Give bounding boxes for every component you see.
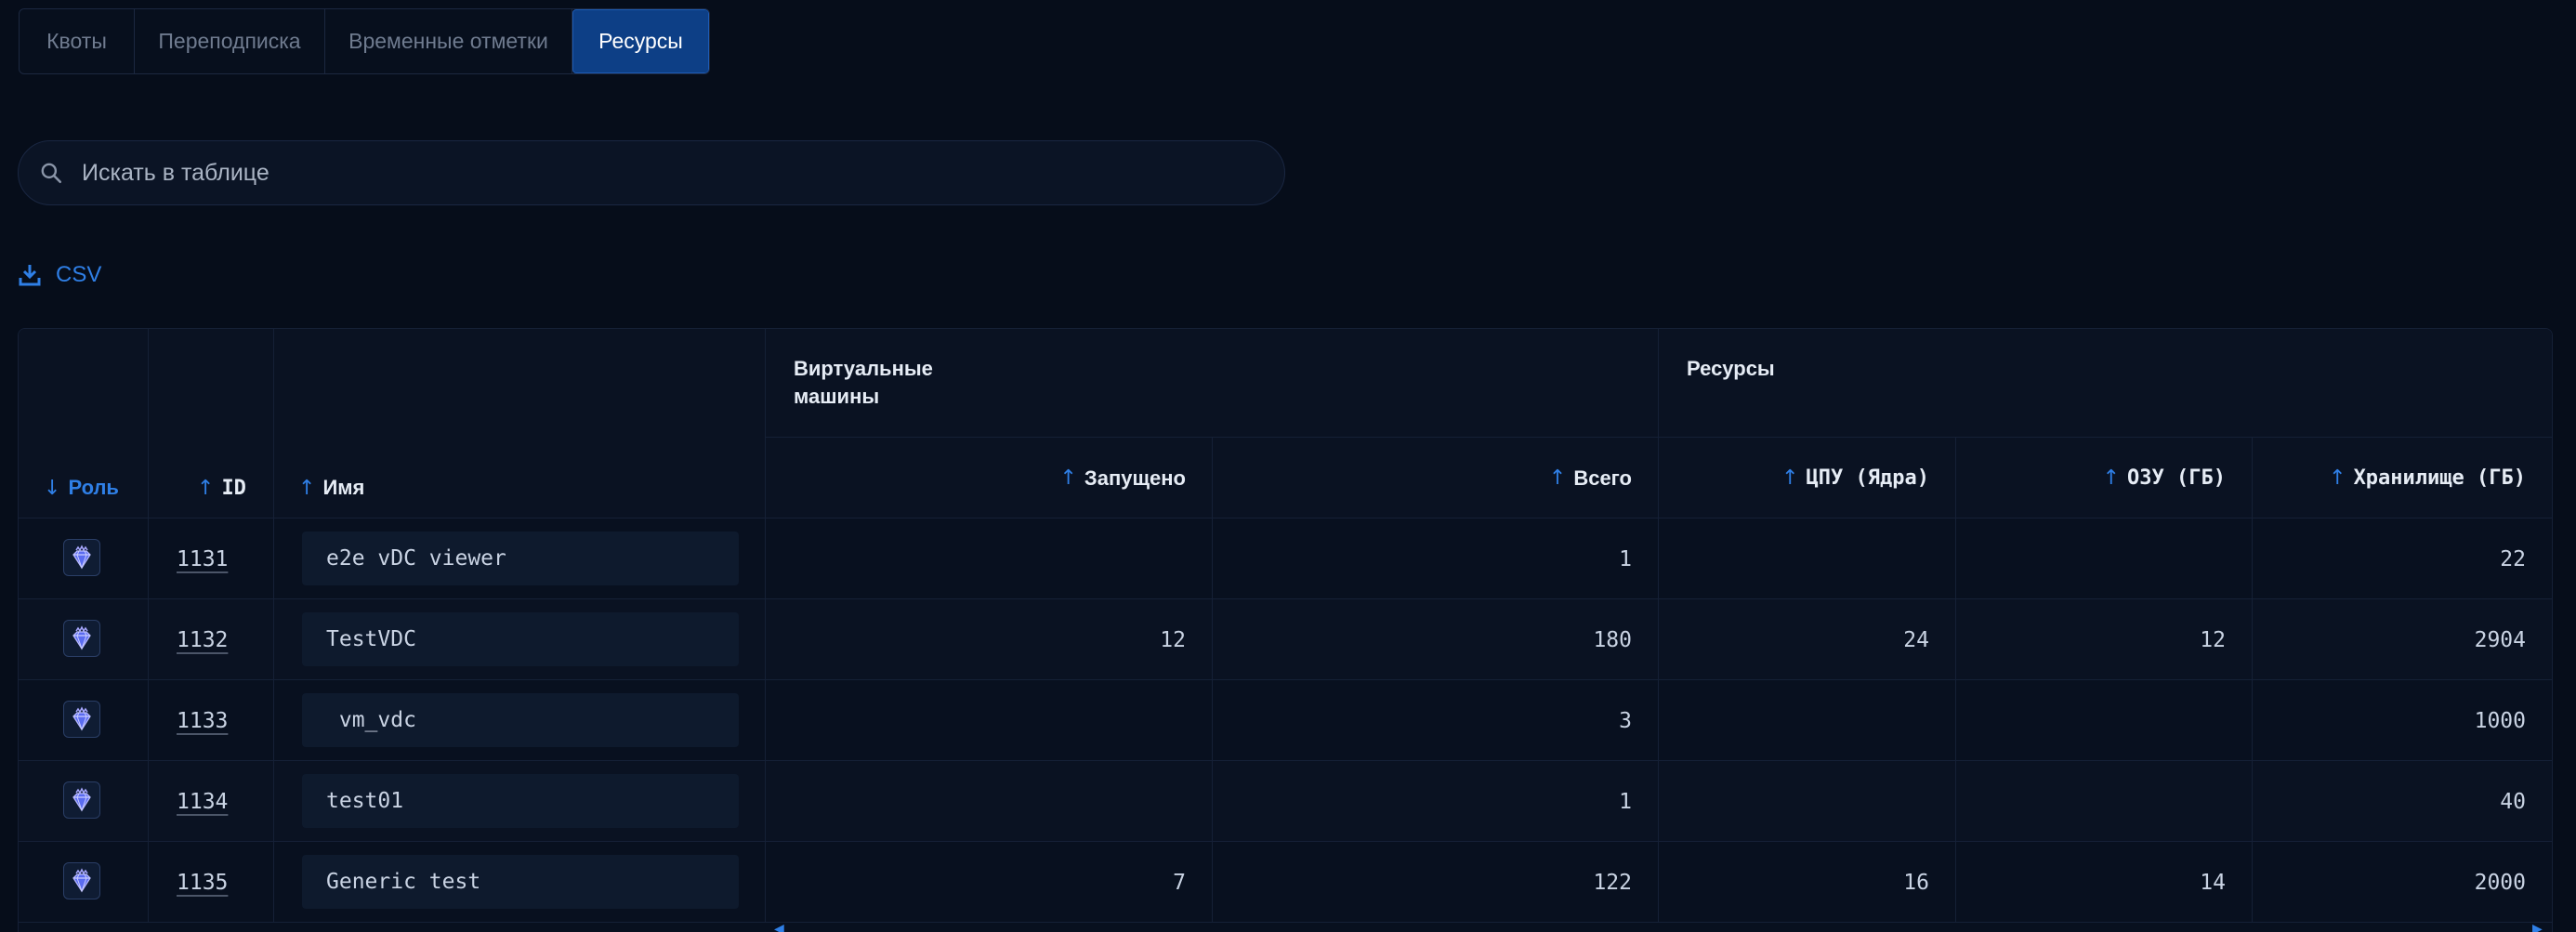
tab-timestamps[interactable]: Временные отметки xyxy=(325,9,572,73)
scroll-left-icon[interactable]: ◀ xyxy=(774,921,784,932)
ram-cell xyxy=(1955,761,2252,842)
sort-asc-icon: ↑ xyxy=(298,477,316,500)
tab-resources[interactable]: Ресурсы xyxy=(572,9,709,73)
diamond-crown-icon xyxy=(63,620,100,657)
column-header-name[interactable]: ↑ Имя xyxy=(273,329,765,519)
name-field[interactable]: TestVDC xyxy=(302,612,739,666)
id-link[interactable]: 1131 xyxy=(177,547,228,571)
id-cell: 1133 xyxy=(148,680,273,761)
csv-label: CSV xyxy=(56,262,102,287)
sort-asc-icon: ↑ xyxy=(2329,466,2346,490)
id-link[interactable]: 1132 xyxy=(177,628,228,652)
column-header-role[interactable]: ↓ Роль xyxy=(19,329,148,519)
search-field[interactable] xyxy=(18,140,1285,205)
name-cell: TestVDC xyxy=(273,599,765,680)
id-cell: 1135 xyxy=(148,842,273,923)
column-label-cpu: ЦПУ (Ядра) xyxy=(1806,466,1929,490)
group-header-resources: Ресурсы xyxy=(1658,329,2552,438)
storage-cell: 22 xyxy=(2252,519,2552,599)
sort-asc-icon: ↑ xyxy=(197,477,215,500)
role-cell xyxy=(19,519,148,599)
column-label-total: Всего xyxy=(1573,466,1632,490)
search-input[interactable] xyxy=(80,158,1284,188)
id-link[interactable]: 1133 xyxy=(177,709,228,733)
name-field[interactable]: test01 xyxy=(302,774,739,828)
column-label-name: Имя xyxy=(322,476,365,499)
ram-cell: 14 xyxy=(1955,842,2252,923)
storage-cell: 2000 xyxy=(2252,842,2552,923)
total-cell: 3 xyxy=(1212,680,1658,761)
diamond-crown-icon xyxy=(63,539,100,576)
id-cell: 1132 xyxy=(148,599,273,680)
column-header-total[interactable]: ↑ Всего xyxy=(1212,438,1658,519)
cpu-cell: 16 xyxy=(1658,842,1955,923)
id-cell: 1131 xyxy=(148,519,273,599)
column-label-ram: ОЗУ (ГБ) xyxy=(2127,466,2226,490)
sort-asc-icon: ↑ xyxy=(1548,466,1567,490)
column-header-id[interactable]: ↑ ID xyxy=(148,329,273,519)
column-label-role: Роль xyxy=(68,476,119,499)
diamond-crown-icon xyxy=(63,862,100,899)
cpu-cell: 24 xyxy=(1658,599,1955,680)
group-header-vm: Виртуальные машины xyxy=(765,329,1658,438)
ram-cell xyxy=(1955,680,2252,761)
role-cell xyxy=(19,599,148,680)
name-cell: test01 xyxy=(273,761,765,842)
sort-desc-icon: ↓ xyxy=(44,477,61,500)
total-cell: 1 xyxy=(1212,519,1658,599)
cpu-cell xyxy=(1658,519,1955,599)
column-header-ram[interactable]: ↑ ОЗУ (ГБ) xyxy=(1955,438,2252,519)
resources-table: Виртуальные машины Ресурсы ↓ Роль ↑ ID ↑… xyxy=(18,328,2553,932)
name-cell: vm_vdc xyxy=(273,680,765,761)
name-cell: e2e vDC viewer xyxy=(273,519,765,599)
total-cell: 1 xyxy=(1212,761,1658,842)
running-cell xyxy=(765,761,1212,842)
name-cell: Generic test xyxy=(273,842,765,923)
diamond-crown-icon xyxy=(63,781,100,819)
storage-cell: 2904 xyxy=(2252,599,2552,680)
name-field[interactable]: e2e vDC viewer xyxy=(302,532,739,585)
sort-asc-icon: ↑ xyxy=(1059,466,1077,490)
download-icon xyxy=(19,265,41,286)
csv-export-button[interactable]: CSV xyxy=(19,258,101,292)
total-cell: 180 xyxy=(1212,599,1658,680)
column-label-id: ID xyxy=(221,477,246,500)
tab-overcommit[interactable]: Переподписка xyxy=(135,9,325,73)
column-header-running[interactable]: ↑ Запущено xyxy=(765,438,1212,519)
sort-asc-icon: ↑ xyxy=(1781,466,1799,490)
id-link[interactable]: 1134 xyxy=(177,790,228,814)
sort-asc-icon: ↑ xyxy=(2102,466,2121,490)
column-header-storage[interactable]: ↑ Хранилище (ГБ) xyxy=(2252,438,2552,519)
storage-cell: 40 xyxy=(2252,761,2552,842)
total-cell: 122 xyxy=(1212,842,1658,923)
name-field[interactable]: Generic test xyxy=(302,855,739,909)
id-cell: 1134 xyxy=(148,761,273,842)
running-cell xyxy=(765,519,1212,599)
diamond-crown-icon xyxy=(63,701,100,738)
cpu-cell xyxy=(1658,761,1955,842)
running-cell xyxy=(765,680,1212,761)
column-header-cpu[interactable]: ↑ ЦПУ (Ядра) xyxy=(1658,438,1955,519)
ram-cell xyxy=(1955,519,2252,599)
search-icon xyxy=(41,163,62,184)
column-label-storage: Хранилище (ГБ) xyxy=(2353,466,2526,490)
group-label-vm: Виртуальные машины xyxy=(794,357,933,408)
ram-cell: 12 xyxy=(1955,599,2252,680)
scroll-right-icon[interactable]: ▶ xyxy=(2532,921,2543,932)
running-cell: 12 xyxy=(765,599,1212,680)
tab-bar: Квоты Переподписка Временные отметки Рес… xyxy=(19,8,710,74)
id-link[interactable]: 1135 xyxy=(177,871,228,895)
name-field[interactable]: vm_vdc xyxy=(302,693,739,747)
storage-cell: 1000 xyxy=(2252,680,2552,761)
group-label-resources: Ресурсы xyxy=(1687,357,1775,380)
cpu-cell xyxy=(1658,680,1955,761)
tab-quotas[interactable]: Квоты xyxy=(20,9,135,73)
role-cell xyxy=(19,842,148,923)
role-cell xyxy=(19,680,148,761)
column-label-running: Запущено xyxy=(1084,466,1186,490)
running-cell: 7 xyxy=(765,842,1212,923)
role-cell xyxy=(19,761,148,842)
